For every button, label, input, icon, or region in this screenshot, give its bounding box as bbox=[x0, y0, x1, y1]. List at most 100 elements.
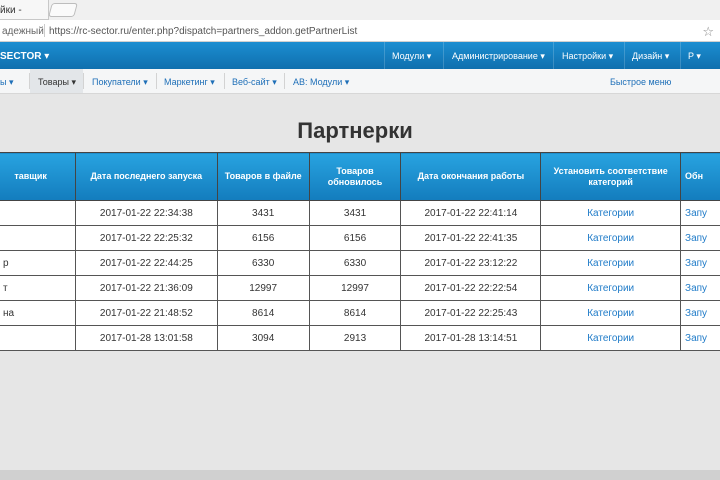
new-tab-button[interactable] bbox=[48, 3, 78, 17]
col-header-update[interactable]: Обн bbox=[680, 152, 720, 201]
cell-categories: Категории bbox=[540, 250, 682, 276]
menu-design[interactable]: Дизайн ▾ bbox=[632, 51, 669, 62]
col-header-supplier[interactable]: тавщик bbox=[0, 152, 76, 201]
cell-supplier bbox=[0, 200, 76, 226]
col-header-items-in-file[interactable]: Товаров в файле bbox=[216, 152, 310, 201]
run-link[interactable]: Запу bbox=[685, 208, 707, 219]
cell-last-run: 2017-01-22 21:36:09 bbox=[74, 275, 218, 301]
partners-table: тавщик Дата последнего запуска Товаров в… bbox=[0, 152, 720, 351]
table-row: 2017-01-22 22:25:32 6156 6156 2017-01-22… bbox=[0, 225, 720, 251]
menu-settings[interactable]: Настройки ▾ bbox=[562, 51, 613, 62]
cell-items-in-file: 3094 bbox=[216, 325, 310, 351]
admin-top-navbar: SECTOR ▾ Модули ▾ Администрирование ▾ На… bbox=[0, 42, 720, 69]
cell-categories: Категории bbox=[540, 225, 682, 251]
brand-logo[interactable]: SECTOR ▾ bbox=[0, 51, 49, 62]
table-header-row: тавщик Дата последнего запуска Товаров в… bbox=[0, 152, 720, 201]
subnav-divider bbox=[224, 73, 225, 89]
run-link[interactable]: Запу bbox=[685, 283, 707, 294]
browser-tab-strip: йки - bbox=[0, 0, 720, 20]
page-title: Партнерки bbox=[297, 118, 413, 143]
menu-website[interactable]: Веб-сайт ▾ bbox=[232, 77, 277, 88]
cell-supplier: на bbox=[0, 300, 76, 326]
menu-ab-modules[interactable]: AB: Модули ▾ bbox=[293, 77, 349, 88]
os-taskbar bbox=[0, 470, 720, 480]
categories-link[interactable]: Категории bbox=[587, 208, 634, 219]
browser-tab-title: йки - bbox=[0, 5, 22, 16]
run-link[interactable]: Запу bbox=[685, 233, 707, 244]
cell-update: Запу bbox=[680, 225, 720, 251]
cell-categories: Категории bbox=[540, 325, 682, 351]
menu-marketing[interactable]: Маркетинг ▾ bbox=[164, 77, 215, 88]
cell-items-in-file: 6156 bbox=[216, 225, 310, 251]
cell-items-in-file: 6330 bbox=[216, 250, 310, 276]
nav-divider bbox=[443, 42, 444, 69]
security-label[interactable]: адежный bbox=[2, 26, 44, 37]
nav-divider bbox=[624, 42, 625, 69]
subnav-divider bbox=[83, 73, 84, 89]
cell-update: Запу bbox=[680, 200, 720, 226]
address-divider bbox=[44, 24, 45, 37]
cell-categories: Категории bbox=[540, 200, 682, 226]
nav-divider bbox=[553, 42, 554, 69]
menu-orders[interactable]: ы ▾ bbox=[0, 77, 14, 88]
cell-items-updated: 3431 bbox=[308, 200, 402, 226]
cell-finish-date: 2017-01-28 13:14:51 bbox=[400, 325, 542, 351]
categories-link[interactable]: Категории bbox=[587, 233, 634, 244]
quick-menu-link[interactable]: Быстрое меню bbox=[610, 77, 671, 87]
run-link[interactable]: Запу bbox=[685, 258, 707, 269]
cell-last-run: 2017-01-28 13:01:58 bbox=[74, 325, 218, 351]
subnav-divider bbox=[156, 73, 157, 89]
admin-sub-navbar: ы ▾ Товары ▾ Покупатели ▾ Маркетинг ▾ Ве… bbox=[0, 69, 720, 94]
menu-products[interactable]: Товары ▾ bbox=[38, 77, 76, 88]
table-row: 2017-01-22 22:34:38 3431 3431 2017-01-22… bbox=[0, 200, 720, 226]
col-header-last-run[interactable]: Дата последнего запуска bbox=[74, 152, 218, 201]
table-row: 2017-01-28 13:01:58 3094 2913 2017-01-28… bbox=[0, 325, 720, 351]
cell-finish-date: 2017-01-22 22:41:35 bbox=[400, 225, 542, 251]
cell-update: Запу bbox=[680, 275, 720, 301]
cell-items-updated: 2913 bbox=[308, 325, 402, 351]
nav-divider bbox=[680, 42, 681, 69]
subnav-divider bbox=[284, 73, 285, 89]
bookmark-star-icon[interactable]: ☆ bbox=[702, 24, 714, 40]
cell-items-updated: 12997 bbox=[308, 275, 402, 301]
cell-finish-date: 2017-01-22 22:25:43 bbox=[400, 300, 542, 326]
cell-finish-date: 2017-01-22 22:22:54 bbox=[400, 275, 542, 301]
categories-link[interactable]: Категории bbox=[587, 333, 634, 344]
cell-last-run: 2017-01-22 22:44:25 bbox=[74, 250, 218, 276]
address-bar: адежный https://rc-sector.ru/enter.php?d… bbox=[0, 20, 720, 42]
menu-modules[interactable]: Модули ▾ bbox=[392, 51, 431, 62]
table-row: т 2017-01-22 21:36:09 12997 12997 2017-0… bbox=[0, 275, 720, 301]
cell-supplier: т bbox=[0, 275, 76, 301]
col-header-map-categories[interactable]: Установить соответствие категорий bbox=[540, 152, 682, 201]
cell-finish-date: 2017-01-22 22:41:14 bbox=[400, 200, 542, 226]
cell-items-updated: 6330 bbox=[308, 250, 402, 276]
url-text[interactable]: https://rc-sector.ru/enter.php?dispatch=… bbox=[49, 26, 357, 37]
cell-categories: Категории bbox=[540, 275, 682, 301]
cell-items-in-file: 8614 bbox=[216, 300, 310, 326]
cell-supplier: р bbox=[0, 250, 76, 276]
menu-customers[interactable]: Покупатели ▾ bbox=[92, 77, 148, 88]
cell-update: Запу bbox=[680, 250, 720, 276]
menu-administration[interactable]: Администрирование ▾ bbox=[452, 51, 545, 62]
categories-link[interactable]: Категории bbox=[587, 283, 634, 294]
cell-finish-date: 2017-01-22 23:12:22 bbox=[400, 250, 542, 276]
cell-last-run: 2017-01-22 21:48:52 bbox=[74, 300, 218, 326]
categories-link[interactable]: Категории bbox=[587, 258, 634, 269]
cell-update: Запу bbox=[680, 325, 720, 351]
cell-update: Запу bbox=[680, 300, 720, 326]
menu-profile[interactable]: P ▾ bbox=[688, 51, 701, 62]
cell-items-updated: 8614 bbox=[308, 300, 402, 326]
cell-categories: Категории bbox=[540, 300, 682, 326]
cell-last-run: 2017-01-22 22:34:38 bbox=[74, 200, 218, 226]
cell-items-updated: 6156 bbox=[308, 225, 402, 251]
table-row: на 2017-01-22 21:48:52 8614 8614 2017-01… bbox=[0, 300, 720, 326]
col-header-finish-date[interactable]: Дата окончания работы bbox=[400, 152, 542, 201]
run-link[interactable]: Запу bbox=[685, 333, 707, 344]
browser-tab[interactable]: йки - bbox=[0, 0, 49, 20]
run-link[interactable]: Запу bbox=[685, 308, 707, 319]
col-header-items-updated[interactable]: Товаров обновилось bbox=[308, 152, 402, 201]
cell-supplier bbox=[0, 325, 76, 351]
nav-divider bbox=[384, 42, 385, 69]
categories-link[interactable]: Категории bbox=[587, 308, 634, 319]
subnav-divider bbox=[29, 73, 30, 89]
